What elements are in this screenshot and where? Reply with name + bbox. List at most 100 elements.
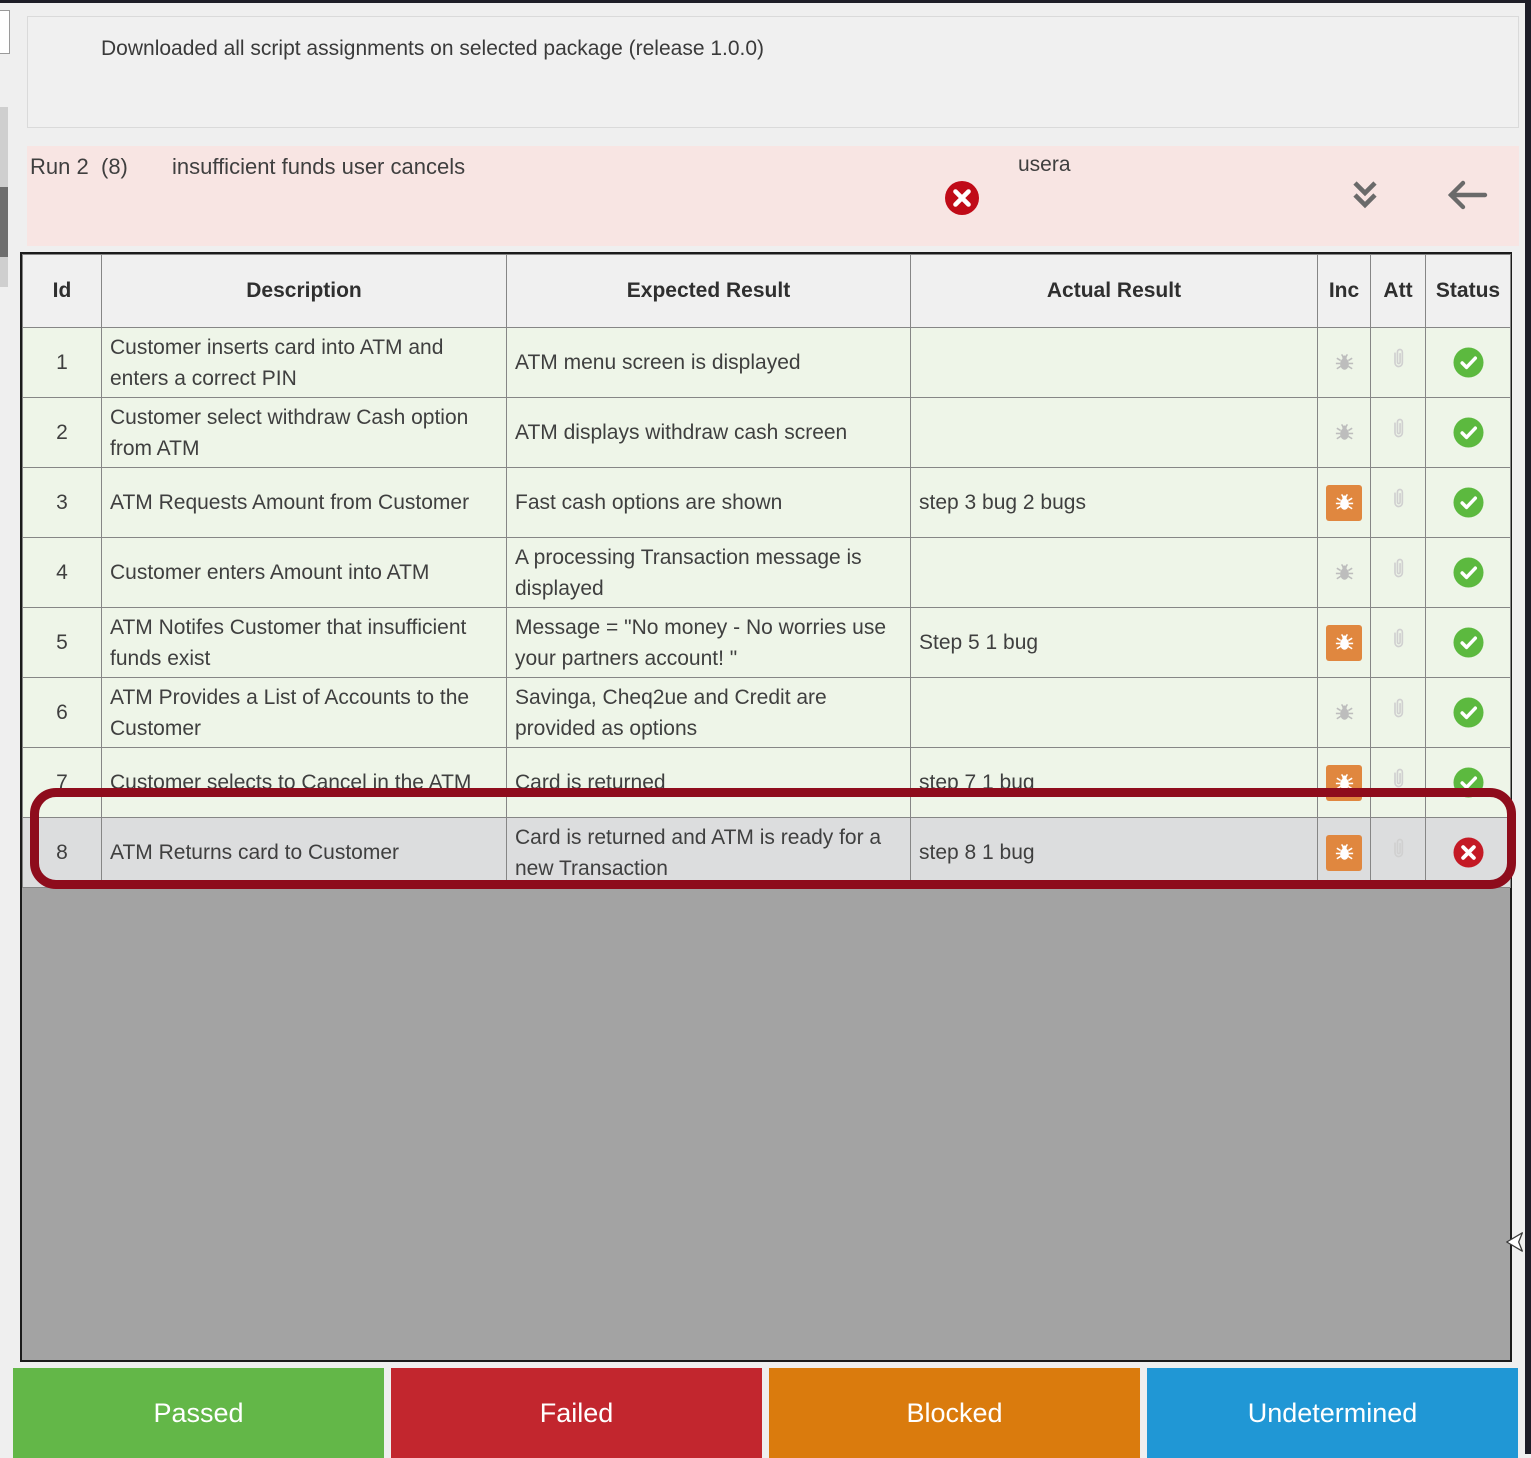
table-row[interactable]: 8 ATM Returns card to Customer Card is r… (23, 818, 1511, 888)
step-id: 1 (23, 328, 102, 398)
table-row[interactable]: 7 Customer selects to Cancel in the ATM … (23, 748, 1511, 818)
step-actual-result (911, 398, 1318, 468)
toast-message: Downloaded all script assignments on sel… (101, 37, 764, 61)
step-id: 8 (23, 818, 102, 888)
incident-cell[interactable] (1318, 818, 1371, 888)
step-description: Customer inserts card into ATM and enter… (102, 328, 507, 398)
blocked-button[interactable]: Blocked (769, 1368, 1140, 1458)
incident-cell[interactable] (1318, 538, 1371, 608)
bug-icon[interactable] (1326, 765, 1362, 801)
step-expected-result: Card is returned (507, 748, 911, 818)
bug-icon[interactable] (1326, 415, 1362, 451)
status-cell (1426, 608, 1511, 678)
attachment-cell[interactable] (1371, 538, 1426, 608)
incident-cell[interactable] (1318, 678, 1371, 748)
run-step-count: (8) (101, 154, 128, 180)
bug-icon[interactable] (1326, 345, 1362, 381)
undetermined-button[interactable]: Undetermined (1147, 1368, 1518, 1458)
incident-cell[interactable] (1318, 608, 1371, 678)
attachment-cell[interactable] (1371, 328, 1426, 398)
status-cell (1426, 468, 1511, 538)
attachment-cell[interactable] (1371, 398, 1426, 468)
paperclip-icon[interactable] (1388, 765, 1409, 801)
step-expected-result: Message = "No money - No worries use you… (507, 608, 911, 678)
step-actual-result (911, 328, 1318, 398)
bug-icon[interactable] (1326, 835, 1362, 871)
steps-table-container: Id Description Expected Result Actual Re… (20, 252, 1512, 1362)
double-chevron-down-icon[interactable] (1346, 176, 1384, 214)
run-failed-x-circle-icon (944, 180, 980, 216)
table-row[interactable]: 2 Customer select withdraw Cash option f… (23, 398, 1511, 468)
status-icon (1453, 697, 1484, 728)
incident-cell[interactable] (1318, 468, 1371, 538)
step-id: 4 (23, 538, 102, 608)
paperclip-icon[interactable] (1388, 695, 1409, 731)
steps-table: Id Description Expected Result Actual Re… (22, 254, 1511, 888)
step-expected-result: Fast cash options are shown (507, 468, 911, 538)
table-row[interactable]: 1 Customer inserts card into ATM and ent… (23, 328, 1511, 398)
toast-panel: Downloaded all script assignments on sel… (27, 16, 1519, 128)
attachment-cell[interactable] (1371, 818, 1426, 888)
paperclip-icon[interactable] (1388, 415, 1409, 451)
incident-cell[interactable] (1318, 328, 1371, 398)
left-scrollbar-thumb[interactable] (0, 187, 8, 257)
bug-icon[interactable] (1326, 695, 1362, 731)
paperclip-icon[interactable] (1388, 345, 1409, 381)
step-expected-result: A processing Transaction message is disp… (507, 538, 911, 608)
status-cell (1426, 538, 1511, 608)
status-icon (1453, 837, 1484, 868)
table-row[interactable]: 5 ATM Notifes Customer that insufficient… (23, 608, 1511, 678)
attachment-cell[interactable] (1371, 678, 1426, 748)
run-assigned-user: usera (1018, 153, 1071, 177)
arrow-left-icon[interactable] (1445, 180, 1489, 210)
step-description: Customer enters Amount into ATM (102, 538, 507, 608)
step-description: ATM Notifes Customer that insufficient f… (102, 608, 507, 678)
status-icon (1453, 487, 1484, 518)
run-script-title: insufficient funds user cancels (172, 154, 465, 180)
column-header-status: Status (1426, 255, 1511, 328)
passed-button[interactable]: Passed (13, 1368, 384, 1458)
step-id: 7 (23, 748, 102, 818)
table-row[interactable]: 4 Customer enters Amount into ATM A proc… (23, 538, 1511, 608)
incident-cell[interactable] (1318, 748, 1371, 818)
paperclip-icon[interactable] (1388, 625, 1409, 661)
status-icon (1453, 417, 1484, 448)
attachment-cell[interactable] (1371, 468, 1426, 538)
paperclip-icon[interactable] (1388, 835, 1409, 871)
step-id: 3 (23, 468, 102, 538)
incident-cell[interactable] (1318, 398, 1371, 468)
test-runner-window: { "toast": { "message": "Downloaded all … (0, 0, 1531, 1454)
column-header-expected-result: Expected Result (507, 255, 911, 328)
bug-icon[interactable] (1326, 555, 1362, 591)
step-description: ATM Provides a List of Accounts to the C… (102, 678, 507, 748)
status-cell (1426, 818, 1511, 888)
run-label: Run 2 (30, 154, 89, 180)
table-row[interactable]: 6 ATM Provides a List of Accounts to the… (23, 678, 1511, 748)
step-description: ATM Requests Amount from Customer (102, 468, 507, 538)
step-actual-result: Step 5 1 bug (911, 608, 1318, 678)
bug-icon[interactable] (1326, 485, 1362, 521)
step-id: 2 (23, 398, 102, 468)
mouse-cursor-icon (1504, 1230, 1526, 1259)
step-expected-result: ATM menu screen is displayed (507, 328, 911, 398)
column-header-description: Description (102, 255, 507, 328)
status-cell (1426, 748, 1511, 818)
window-top-border (0, 0, 1531, 3)
failed-button[interactable]: Failed (391, 1368, 762, 1458)
paperclip-icon[interactable] (1388, 485, 1409, 521)
status-cell (1426, 398, 1511, 468)
paperclip-icon[interactable] (1388, 555, 1409, 591)
run-header-bar: Run 2 (8) insufficient funds user cancel… (27, 146, 1519, 246)
bug-icon[interactable] (1326, 625, 1362, 661)
step-expected-result: Savinga, Cheq2ue and Credit are provided… (507, 678, 911, 748)
status-icon (1453, 767, 1484, 798)
steps-tbody: 1 Customer inserts card into ATM and ent… (23, 328, 1511, 888)
step-description: Customer selects to Cancel in the ATM (102, 748, 507, 818)
attachment-cell[interactable] (1371, 608, 1426, 678)
step-description: Customer select withdraw Cash option fro… (102, 398, 507, 468)
step-actual-result: step 7 1 bug (911, 748, 1318, 818)
table-row[interactable]: 3 ATM Requests Amount from Customer Fast… (23, 468, 1511, 538)
left-scrollbar-track[interactable] (0, 107, 8, 287)
column-header-actual-result: Actual Result (911, 255, 1318, 328)
attachment-cell[interactable] (1371, 748, 1426, 818)
